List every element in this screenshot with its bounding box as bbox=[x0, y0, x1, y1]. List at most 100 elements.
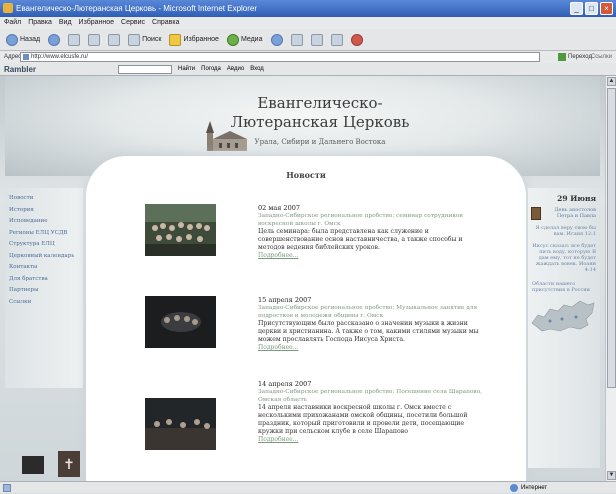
news-more-link[interactable]: Подробнее... bbox=[258, 436, 488, 443]
home-button[interactable] bbox=[106, 32, 122, 48]
news-body: 14 апреля наставники воскресной школы г.… bbox=[258, 404, 468, 435]
mail-button[interactable] bbox=[289, 32, 305, 48]
menu-view[interactable]: Вид bbox=[59, 17, 72, 29]
section-title: Новости bbox=[286, 170, 326, 180]
go-arrow-icon bbox=[558, 53, 566, 61]
edit-button[interactable] bbox=[329, 32, 345, 48]
scroll-up-button[interactable]: ▲ bbox=[607, 77, 616, 86]
media-label: Медиа bbox=[240, 36, 263, 43]
news-text: 02 мая 2007 Западно-Сибирское региональн… bbox=[258, 204, 488, 259]
status-bar: Интернет bbox=[0, 481, 616, 493]
news-photo[interactable] bbox=[145, 398, 216, 450]
nav-link-confession[interactable]: Исповедание bbox=[9, 216, 83, 228]
nav-link-partners[interactable]: Партнеры bbox=[9, 285, 83, 297]
address-bar: Адрес http://www.elcusfe.ru/ Переход Ссы… bbox=[0, 51, 616, 63]
news-text: 15 апреля 2007 Западно-Сибирское региона… bbox=[258, 296, 488, 351]
star-icon bbox=[169, 33, 182, 46]
news-body: Присутствующим было рассказано о значени… bbox=[258, 320, 479, 343]
left-navigation: Новости История Исповедание Регионы ЕЛЦ … bbox=[5, 188, 83, 388]
nav-link-links[interactable]: Ссылки bbox=[9, 297, 83, 309]
news-lead: Западно-Сибирское региональное пробство:… bbox=[258, 389, 483, 403]
news-text: 14 апреля 2007 Западно-Сибирское региона… bbox=[258, 380, 488, 443]
rambler-audio-button[interactable]: Авдио bbox=[227, 63, 244, 76]
back-button[interactable]: Назад bbox=[4, 32, 42, 48]
forward-arrow-icon bbox=[48, 33, 61, 46]
nav-link-news[interactable]: Новости bbox=[9, 193, 83, 205]
media-icon bbox=[226, 33, 239, 46]
russia-map[interactable] bbox=[530, 295, 596, 337]
address-label: Адрес bbox=[4, 54, 22, 60]
news-lead: Западно-Сибирское региональное пробство:… bbox=[258, 213, 463, 227]
maximize-button[interactable]: □ bbox=[585, 2, 598, 15]
menu-tools[interactable]: Сервис bbox=[121, 17, 145, 29]
rambler-search-input[interactable] bbox=[118, 64, 173, 74]
rambler-logo[interactable]: Rambler bbox=[4, 63, 36, 76]
window-title: Евангелическо-Лютеранская Церковь - Micr… bbox=[16, 4, 258, 13]
rambler-find-button[interactable]: Найти bbox=[178, 63, 195, 76]
title-bar: Евангелическо-Лютеранская Церковь - Micr… bbox=[0, 0, 616, 17]
search-button[interactable]: Поиск bbox=[126, 32, 163, 48]
address-input[interactable]: http://www.elcusfe.ru/ bbox=[20, 52, 540, 62]
bible-verse: Иисус сказал: все будет пить воду, котор… bbox=[532, 243, 596, 273]
nav-link-regions[interactable]: Регионы ЕЛЦ УСДВ bbox=[9, 228, 83, 240]
search-label: Поиск bbox=[142, 36, 162, 43]
window-controls: _ □ × bbox=[570, 2, 613, 15]
ie-icon bbox=[3, 3, 13, 13]
search-icon bbox=[128, 33, 141, 46]
feast-link[interactable]: День апостолов Петра и Павла bbox=[528, 203, 600, 220]
stop-button[interactable] bbox=[66, 32, 82, 48]
messenger-button[interactable] bbox=[349, 32, 365, 48]
media-button[interactable]: Медиа bbox=[225, 32, 265, 48]
globe-icon bbox=[510, 484, 518, 492]
cross-icon[interactable]: ✝ bbox=[58, 451, 80, 477]
news-photo[interactable] bbox=[145, 204, 216, 256]
nav-link-brotherhood[interactable]: Для братства bbox=[9, 274, 83, 286]
minimize-button[interactable]: _ bbox=[570, 2, 583, 15]
nav-link-history[interactable]: История bbox=[9, 205, 83, 217]
page-viewport: Евангелическо-Лютеранская Церковь Урала,… bbox=[0, 76, 605, 481]
piano-image bbox=[22, 456, 44, 474]
print-button[interactable] bbox=[309, 32, 325, 48]
bible-verse: Я сделал веру свою бы вам. Исаия 12:1 bbox=[535, 225, 596, 237]
scroll-thumb[interactable] bbox=[607, 88, 616, 388]
refresh-button[interactable] bbox=[86, 32, 102, 48]
rambler-weather-button[interactable]: Погода bbox=[201, 63, 221, 76]
browser-window: Евангелическо-Лютеранская Церковь - Micr… bbox=[0, 0, 616, 493]
calendar-date: 29 Июня bbox=[557, 194, 596, 203]
news-more-link[interactable]: Подробнее... bbox=[258, 252, 488, 259]
menu-file[interactable]: Файл bbox=[4, 17, 21, 29]
go-button[interactable]: Переход bbox=[558, 51, 592, 63]
menu-edit[interactable]: Правка bbox=[28, 17, 52, 29]
favorites-button[interactable]: Избранное bbox=[167, 32, 220, 48]
right-sidebar: 29 Июня День апостолов Петра и Павла Я с… bbox=[528, 188, 600, 468]
map-caption[interactable]: Области нашего присутствия в России bbox=[528, 273, 600, 293]
news-date: 14 апреля 2007 bbox=[258, 380, 312, 388]
history-button[interactable] bbox=[269, 32, 285, 48]
vertical-scrollbar[interactable]: ▲ ▼ bbox=[605, 76, 616, 481]
standard-toolbar: Назад Поиск Избранное Медиа bbox=[0, 29, 616, 51]
news-more-link[interactable]: Подробнее... bbox=[258, 344, 488, 351]
icon-image bbox=[531, 207, 541, 220]
history-icon bbox=[270, 33, 283, 46]
menu-favorites[interactable]: Избранное bbox=[79, 17, 114, 29]
security-zone: Интернет bbox=[521, 485, 548, 491]
news-date: 02 мая 2007 bbox=[258, 204, 300, 212]
scroll-down-button[interactable]: ▼ bbox=[607, 471, 616, 480]
links-button[interactable]: Ссылки bbox=[591, 51, 612, 63]
refresh-icon bbox=[88, 33, 101, 46]
rambler-login-button[interactable]: Вход bbox=[250, 63, 264, 76]
messenger-icon bbox=[350, 33, 363, 46]
edit-icon bbox=[330, 33, 343, 46]
nav-link-structure[interactable]: Структура ЕЛЦ bbox=[9, 239, 83, 251]
print-icon bbox=[310, 33, 323, 46]
back-label: Назад bbox=[20, 36, 41, 43]
close-button[interactable]: × bbox=[600, 2, 613, 15]
nav-link-contacts[interactable]: Контакты bbox=[9, 262, 83, 274]
favorites-label: Избранное bbox=[183, 36, 219, 43]
nav-link-calendar[interactable]: Церковный календарь bbox=[9, 251, 83, 263]
back-arrow-icon bbox=[6, 33, 18, 46]
forward-button[interactable] bbox=[46, 32, 62, 48]
news-photo[interactable] bbox=[145, 296, 216, 348]
site-title: Евангелическо-Лютеранская Церковь bbox=[230, 94, 410, 131]
menu-help[interactable]: Справка bbox=[152, 17, 179, 29]
